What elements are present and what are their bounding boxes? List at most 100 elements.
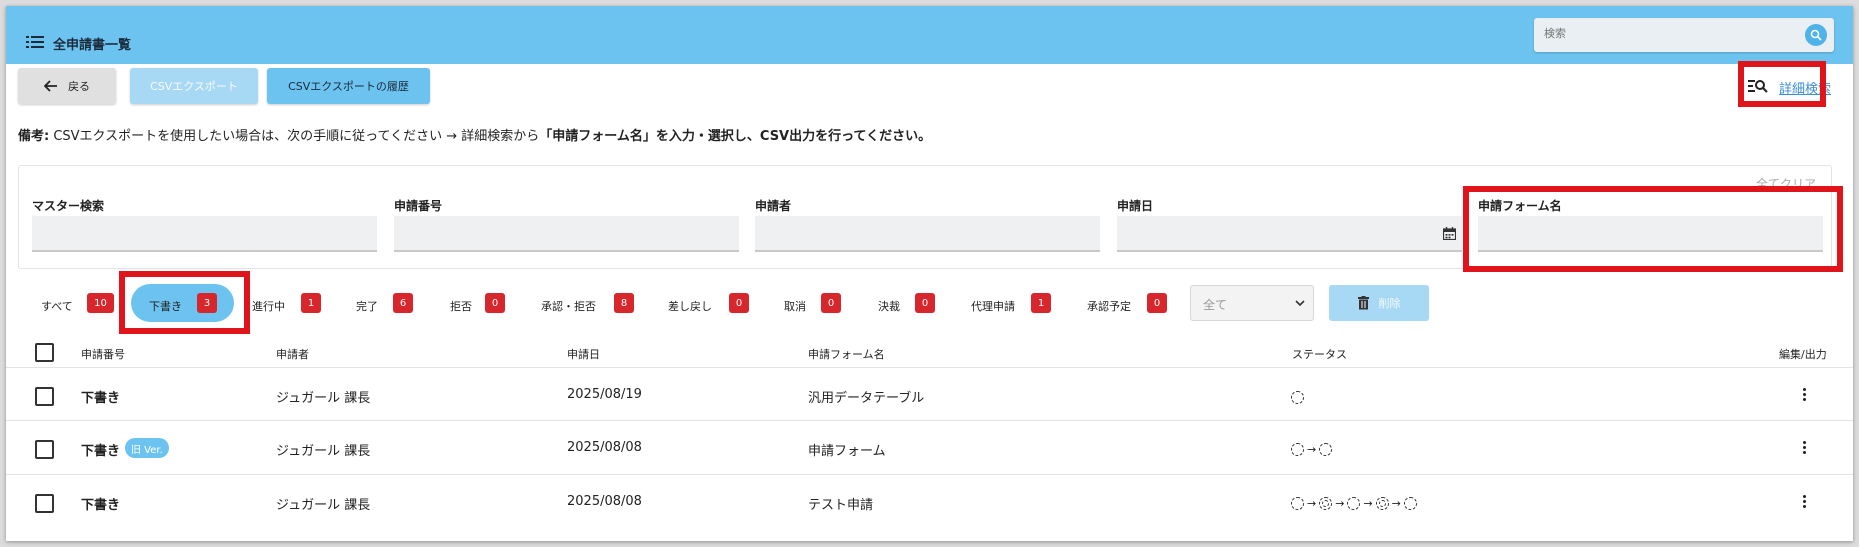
csv-history-button[interactable]: CSVエクスポートの履歴 (267, 68, 430, 104)
date-label: 申請日 (1117, 199, 1154, 213)
status-step-icon (1291, 443, 1304, 456)
column-header[interactable]: 申請フォーム名 (808, 346, 885, 362)
row-checkbox[interactable] (35, 387, 54, 406)
back-label: 戻る (68, 80, 90, 93)
trash-icon (1357, 296, 1369, 310)
divider (6, 420, 1853, 421)
note-text: 備考: CSVエクスポートを使用したい場合は、次の手順に従ってください → 詳細… (18, 125, 931, 144)
csv-export-button[interactable]: CSVエクスポート (130, 68, 258, 104)
app-header: 全申請書一覧 (6, 6, 1853, 64)
cell-number[interactable]: 下書き (81, 494, 120, 513)
status-flow: → → → → (1291, 497, 1417, 510)
cell-number[interactable]: 下書き (81, 440, 120, 459)
cell-form: 汎用データテーブル (808, 391, 925, 406)
master-search-input[interactable] (32, 216, 377, 252)
arrow-right-icon: → (1363, 497, 1373, 510)
calendar-icon[interactable] (1443, 227, 1456, 240)
status-step-icon (1347, 497, 1361, 510)
status-step-icon (1291, 497, 1304, 510)
status-step-icon (1375, 497, 1389, 510)
note-label: 備考: (18, 129, 50, 144)
status-step-icon (1291, 391, 1304, 404)
page-title: 全申請書一覧 (53, 38, 132, 53)
menu-icon[interactable] (26, 36, 44, 50)
more-icon[interactable] (1803, 388, 1807, 403)
delete-label: 削除 (1378, 297, 1401, 310)
count-badge: 1 (301, 293, 321, 313)
count-badge: 0 (729, 293, 749, 313)
search-icon (1810, 29, 1822, 41)
row-checkbox[interactable] (35, 494, 54, 513)
arrow-right-icon: → (1307, 443, 1317, 456)
arrow-right-icon: → (1335, 497, 1345, 510)
tab-cancelled[interactable]: 取消 (784, 298, 806, 314)
divider (6, 474, 1853, 475)
cell-form: テスト申請 (808, 498, 874, 513)
count-badge: 0 (485, 293, 505, 313)
highlight-frame (1738, 61, 1826, 107)
cell-date: 2025/08/19 (567, 387, 642, 402)
applicant-input[interactable] (755, 216, 1100, 252)
date-input[interactable] (1117, 216, 1462, 252)
count-badge: 10 (87, 293, 114, 313)
note-body: CSVエクスポートを使用したい場合は、次の手順に従ってください → 詳細検索から (49, 129, 540, 144)
more-icon[interactable] (1803, 495, 1807, 510)
count-badge: 0 (915, 293, 935, 313)
note-emphasis: 「申請フォーム名」を入力・選択し、CSV出力を行ってください。 (539, 129, 932, 144)
cell-applicant: ジュガール 課長 (276, 498, 371, 513)
count-badge: 6 (393, 293, 413, 313)
tab-proxy[interactable]: 代理申請 (971, 298, 1015, 314)
select-value: 全て (1203, 298, 1228, 312)
count-badge: 8 (614, 293, 634, 313)
count-badge: 0 (1147, 293, 1167, 313)
search-input[interactable] (1542, 26, 1796, 41)
cell-applicant: ジュガール 課長 (276, 444, 371, 459)
arrow-right-icon: → (1307, 497, 1317, 510)
status-step-icon (1319, 497, 1333, 510)
tab-decided[interactable]: 決裁 (878, 298, 900, 314)
cell-number[interactable]: 下書き (81, 387, 120, 406)
arrow-right-icon: → (1391, 497, 1401, 510)
tab-scheduled[interactable]: 承認予定 (1087, 298, 1131, 314)
tab-all[interactable]: すべて (41, 298, 73, 314)
tab-returned[interactable]: 差し戻し (668, 298, 712, 314)
tab-in-progress[interactable]: 進行中 (252, 298, 285, 314)
count-badge: 0 (821, 293, 841, 313)
select-all-checkbox[interactable] (35, 343, 54, 362)
number-input[interactable] (394, 216, 739, 252)
master-search-label: マスター検索 (32, 199, 105, 213)
column-header[interactable]: 申請番号 (81, 346, 125, 362)
status-step-icon (1319, 443, 1333, 456)
tab-rejected[interactable]: 拒否 (450, 298, 472, 314)
tab-complete[interactable]: 完了 (356, 298, 378, 314)
applicant-label: 申請者 (755, 199, 792, 213)
arrow-left-icon (44, 80, 57, 92)
highlight-frame (119, 271, 250, 334)
row-checkbox[interactable] (35, 440, 54, 459)
number-label: 申請番号 (394, 199, 443, 213)
highlight-frame (1463, 186, 1843, 272)
cell-date: 2025/08/08 (567, 440, 642, 455)
search-button[interactable] (1805, 24, 1827, 46)
status-flow: → (1291, 443, 1333, 456)
divider (6, 367, 1853, 368)
column-header: 編集/出力 (1779, 348, 1827, 361)
cell-date: 2025/08/08 (567, 494, 642, 509)
page-card: 全申請書一覧 戻る CSVエクスポート CSVエクスポートの履歴 詳細検索 備考… (6, 6, 1853, 541)
cell-applicant: ジュガール 課長 (276, 391, 371, 406)
column-header[interactable]: 申請日 (567, 346, 600, 362)
status-step-icon (1403, 497, 1417, 510)
column-header[interactable]: ステータス (1292, 346, 1347, 362)
tab-approve-reject[interactable]: 承認・拒否 (541, 298, 596, 314)
status-flow (1291, 391, 1304, 404)
count-badge: 1 (1031, 293, 1051, 313)
delete-button[interactable]: 削除 (1329, 285, 1429, 321)
filter-select[interactable]: 全て (1190, 285, 1314, 321)
chevron-down-icon (1295, 300, 1305, 306)
old-version-badge: 旧 Ver. (125, 438, 169, 458)
column-header[interactable]: 申請者 (276, 346, 309, 362)
back-button[interactable]: 戻る (18, 68, 116, 104)
more-icon[interactable] (1803, 441, 1807, 456)
cell-form: 申請フォーム (808, 444, 886, 459)
search-field[interactable] (1534, 18, 1834, 52)
